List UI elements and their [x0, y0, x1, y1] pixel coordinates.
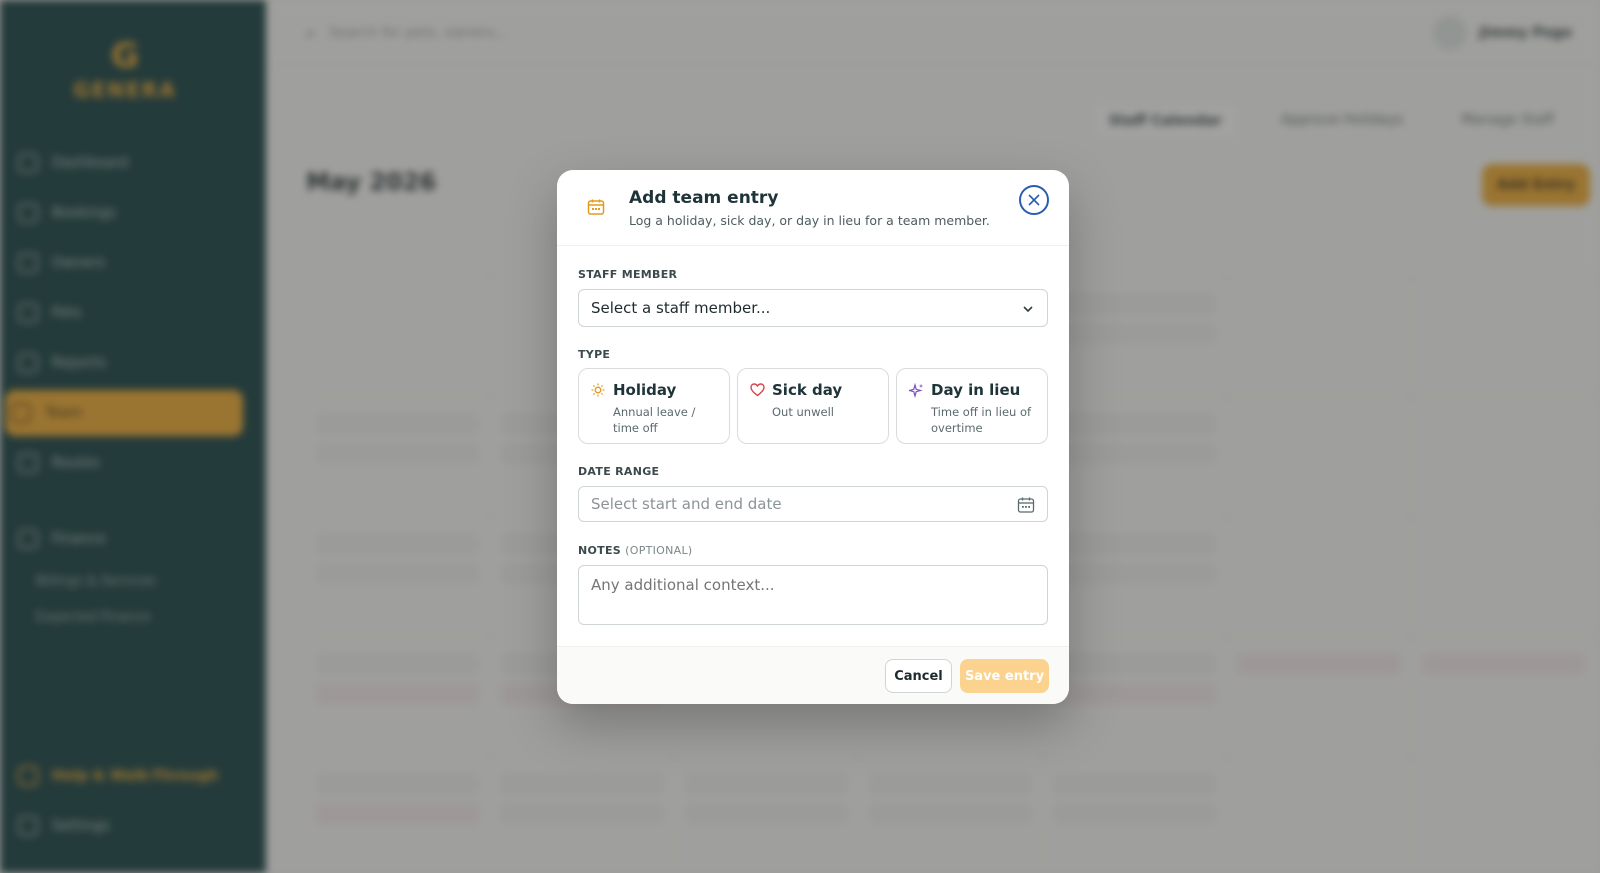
date-range-label: DATE RANGE: [578, 465, 660, 478]
type-option-sick-day[interactable]: Sick day Out unwell: [737, 368, 889, 444]
calendar-icon: [587, 199, 605, 215]
calendar-icon: [1017, 497, 1035, 513]
close-icon: [1028, 194, 1040, 206]
cancel-button[interactable]: Cancel: [885, 659, 952, 693]
modal-subtitle: Log a holiday, sick day, or day in lieu …: [629, 213, 990, 228]
modal-header: Add team entry Log a holiday, sick day, …: [557, 170, 1069, 246]
type-option-holiday[interactable]: Holiday Annual leave / time off: [578, 368, 730, 444]
type-option-day-in-lieu[interactable]: Day in lieu Time off in lieu of overtime: [896, 368, 1048, 444]
date-range-input[interactable]: Select start and end date: [578, 486, 1048, 522]
save-entry-button[interactable]: Save entry: [960, 659, 1049, 693]
sparkle-icon: [909, 383, 924, 398]
staff-member-select[interactable]: Select a staff member...: [578, 289, 1048, 327]
chevron-down-icon: [1023, 306, 1033, 313]
modal-footer: Cancel Save entry: [557, 646, 1069, 704]
staff-member-label: STAFF MEMBER: [578, 268, 678, 281]
modal-title: Add team entry: [629, 188, 779, 208]
type-label: TYPE: [578, 348, 611, 361]
notes-label: NOTES (OPTIONAL): [578, 544, 693, 557]
notes-textarea[interactable]: [578, 565, 1048, 625]
close-button[interactable]: [1019, 185, 1049, 215]
type-options: Holiday Annual leave / time off Sick day…: [578, 368, 1048, 444]
sun-icon: [591, 383, 605, 397]
heart-icon: [750, 383, 765, 397]
